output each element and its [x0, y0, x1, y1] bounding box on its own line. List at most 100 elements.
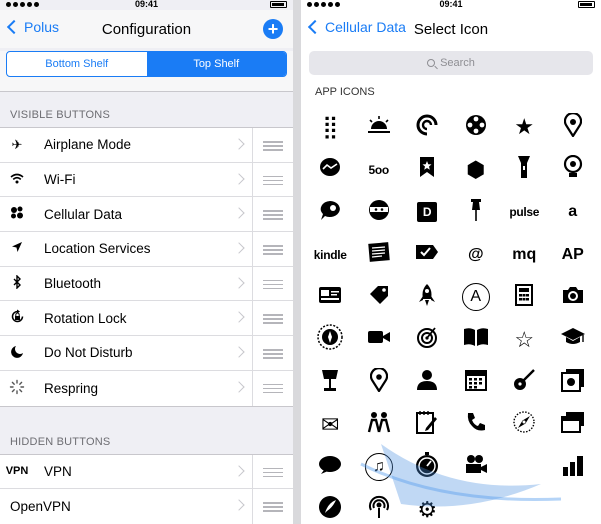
icon-cell[interactable]	[355, 106, 404, 149]
icon-cell[interactable]	[452, 191, 501, 234]
icon-cell[interactable]	[452, 361, 501, 404]
icon-cell[interactable]	[549, 446, 598, 489]
chat-bubble-icon	[318, 199, 342, 226]
segment-bottom-shelf[interactable]: Bottom Shelf	[7, 52, 147, 76]
status-bar: 09:41	[0, 0, 293, 10]
icon-cell[interactable]	[452, 319, 501, 362]
back-label: Cellular Data	[325, 19, 406, 35]
icon-cell[interactable]	[355, 361, 404, 404]
icon-cell[interactable]	[306, 489, 355, 524]
icon-cell[interactable]: ★	[500, 106, 549, 149]
icon-cell[interactable]	[306, 149, 355, 192]
icon-cell[interactable]	[549, 361, 598, 404]
icon-cell[interactable]: a	[549, 191, 598, 234]
icon-cell[interactable]	[549, 106, 598, 149]
reorder-handle[interactable]	[263, 383, 283, 396]
icon-cell[interactable]	[306, 191, 355, 234]
reorder-handle[interactable]	[263, 314, 283, 326]
icon-cell[interactable]	[452, 106, 501, 149]
reorder-handle[interactable]	[263, 467, 283, 480]
icon-cell[interactable]	[355, 234, 404, 277]
reorder-handle[interactable]	[263, 210, 283, 222]
icon-cell[interactable]: pulse	[500, 191, 549, 234]
icon-cell[interactable]	[306, 446, 355, 489]
list-item-cellular-data[interactable]: Cellular Data	[0, 197, 293, 233]
flashlight-icon	[517, 155, 531, 184]
icon-cell[interactable]: kindle	[306, 234, 355, 277]
rocket-icon	[418, 283, 436, 312]
reorder-handle[interactable]	[263, 349, 283, 361]
icon-cell[interactable]: ♫	[355, 446, 404, 489]
icon-cell[interactable]: 5oo	[355, 149, 404, 192]
reorder-handle[interactable]	[263, 141, 283, 153]
icon-cell[interactable]: ☆	[500, 319, 549, 362]
icon-cell[interactable]	[500, 489, 549, 524]
icon-cell[interactable]	[403, 404, 452, 447]
reorder-handle[interactable]	[263, 502, 283, 514]
icon-cell[interactable]	[355, 319, 404, 362]
icon-cell[interactable]: ⣿	[306, 106, 355, 149]
icon-cell[interactable]	[306, 319, 355, 362]
icon-cell[interactable]	[355, 191, 404, 234]
icon-cell[interactable]	[355, 404, 404, 447]
list-item-vpn[interactable]: VPN VPN	[0, 454, 293, 490]
icon-cell[interactable]	[403, 361, 452, 404]
500px-icon: 5oo	[368, 162, 390, 177]
list-item-respring[interactable]: Respring	[0, 370, 293, 406]
item-label: OpenVPN	[10, 499, 71, 515]
icon-cell[interactable]	[306, 276, 355, 319]
icon-cell[interactable]	[452, 489, 501, 524]
reorder-handle[interactable]	[263, 245, 283, 257]
icon-cell[interactable]: ⚙	[403, 489, 452, 524]
status-time: 09:41	[439, 0, 463, 9]
icon-cell[interactable]	[306, 361, 355, 404]
icon-cell[interactable]	[403, 446, 452, 489]
icon-cell[interactable]	[403, 106, 452, 149]
people-icon	[366, 411, 392, 438]
icon-cell[interactable]	[452, 404, 501, 447]
hidden-buttons-list: VPN VPN OpenVPN	[0, 453, 293, 524]
icon-cell[interactable]	[403, 234, 452, 277]
segment-top-shelf[interactable]: Top Shelf	[146, 52, 286, 76]
list-item-do-not-disturb[interactable]: Do Not Disturb	[0, 336, 293, 371]
list-item-wifi[interactable]: Wi-Fi	[0, 162, 293, 198]
add-button[interactable]: +	[263, 19, 283, 39]
icon-cell[interactable]: @	[452, 234, 501, 277]
icon-cell[interactable]: mq	[500, 234, 549, 277]
list-item-location-services[interactable]: Location Services	[0, 232, 293, 267]
icon-cell[interactable]	[403, 149, 452, 192]
list-item-bluetooth[interactable]: Bluetooth	[0, 266, 293, 302]
back-button[interactable]: Polus	[6, 19, 59, 35]
back-button[interactable]: Cellular Data	[307, 19, 406, 35]
icon-cell[interactable]	[500, 404, 549, 447]
icon-cell[interactable]: AP	[549, 234, 598, 277]
icon-cell[interactable]	[500, 276, 549, 319]
moon-icon	[0, 345, 34, 361]
icon-cell[interactable]	[549, 489, 598, 524]
search-field[interactable]: Search	[309, 51, 593, 75]
video-camera-icon	[367, 329, 391, 350]
icon-cell[interactable]: ⬢	[452, 149, 501, 192]
icon-cell[interactable]	[403, 319, 452, 362]
photo-stack-icon	[560, 368, 585, 397]
reorder-handle[interactable]	[263, 175, 283, 188]
icon-cell[interactable]	[549, 404, 598, 447]
icon-cell[interactable]	[452, 446, 501, 489]
icon-cell[interactable]	[355, 489, 404, 524]
rotation-lock-icon	[0, 309, 34, 327]
icon-cell[interactable]	[355, 276, 404, 319]
list-item-openvpn[interactable]: OpenVPN	[0, 489, 293, 524]
icon-cell[interactable]	[500, 446, 549, 489]
reorder-handle[interactable]	[263, 279, 283, 292]
icon-cell[interactable]: D	[403, 191, 452, 234]
icon-cell[interactable]	[500, 361, 549, 404]
icon-cell[interactable]	[549, 319, 598, 362]
list-item-rotation-lock[interactable]: Rotation Lock	[0, 301, 293, 337]
icon-cell[interactable]	[500, 149, 549, 192]
icon-cell[interactable]	[549, 276, 598, 319]
icon-cell[interactable]	[403, 276, 452, 319]
list-item-airplane-mode[interactable]: ✈ Airplane Mode	[0, 128, 293, 163]
icon-cell[interactable]: ✉	[306, 404, 355, 447]
icon-cell[interactable]	[549, 149, 598, 192]
icon-cell[interactable]: A	[452, 276, 501, 319]
